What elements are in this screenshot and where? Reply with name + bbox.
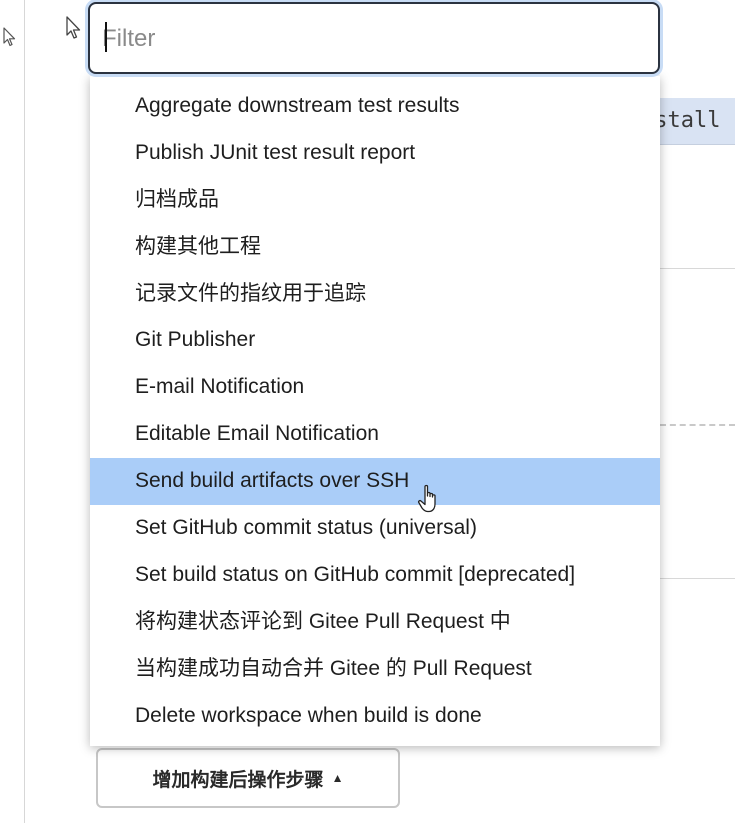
dashed-divider — [660, 424, 735, 426]
dropdown-item[interactable]: Aggregate downstream test results — [90, 83, 660, 130]
dropdown-item[interactable]: Editable Email Notification — [90, 411, 660, 458]
dropdown-item[interactable]: Set build status on GitHub commit [depre… — [90, 552, 660, 599]
dropdown-item[interactable]: Publish JUnit test result report — [90, 130, 660, 177]
text-caret — [105, 22, 107, 52]
dropdown-item[interactable]: 归档成品 — [90, 177, 660, 224]
left-gutter — [0, 0, 25, 823]
dropdown-item[interactable]: 构建其他工程 — [90, 224, 660, 271]
dropdown-list: Aggregate downstream test results Publis… — [90, 76, 660, 739]
arrow-cursor-icon — [3, 27, 16, 47]
caret-up-icon: ▲ — [331, 771, 344, 785]
add-post-build-step-label: 增加构建后操作步骤 — [152, 769, 324, 791]
dropdown-item[interactable]: 当构建成功自动合并 Gitee 的 Pull Request — [90, 646, 660, 693]
filter-input[interactable] — [102, 22, 642, 56]
arrow-cursor-icon — [66, 16, 81, 39]
hand-pointer-icon — [417, 484, 436, 513]
dropdown-item[interactable]: Set GitHub commit status (universal) — [90, 505, 660, 552]
dropdown-item[interactable]: Git Publisher — [90, 317, 660, 364]
dropdown-item[interactable]: 将构建状态评论到 Gitee Pull Request 中 — [90, 599, 660, 646]
post-build-step-dropdown: Aggregate downstream test results Publis… — [90, 76, 660, 746]
dropdown-item-highlighted[interactable]: Send build artifacts over SSH — [90, 458, 660, 506]
filter-box[interactable] — [88, 2, 660, 74]
dropdown-item[interactable]: Delete workspace when build is done — [90, 693, 660, 740]
add-post-build-step-button[interactable]: 增加构建后操作步骤 ▲ — [96, 748, 400, 808]
dropdown-item[interactable]: 记录文件的指纹用于追踪 — [90, 271, 660, 318]
dropdown-item[interactable]: E-mail Notification — [90, 364, 660, 411]
